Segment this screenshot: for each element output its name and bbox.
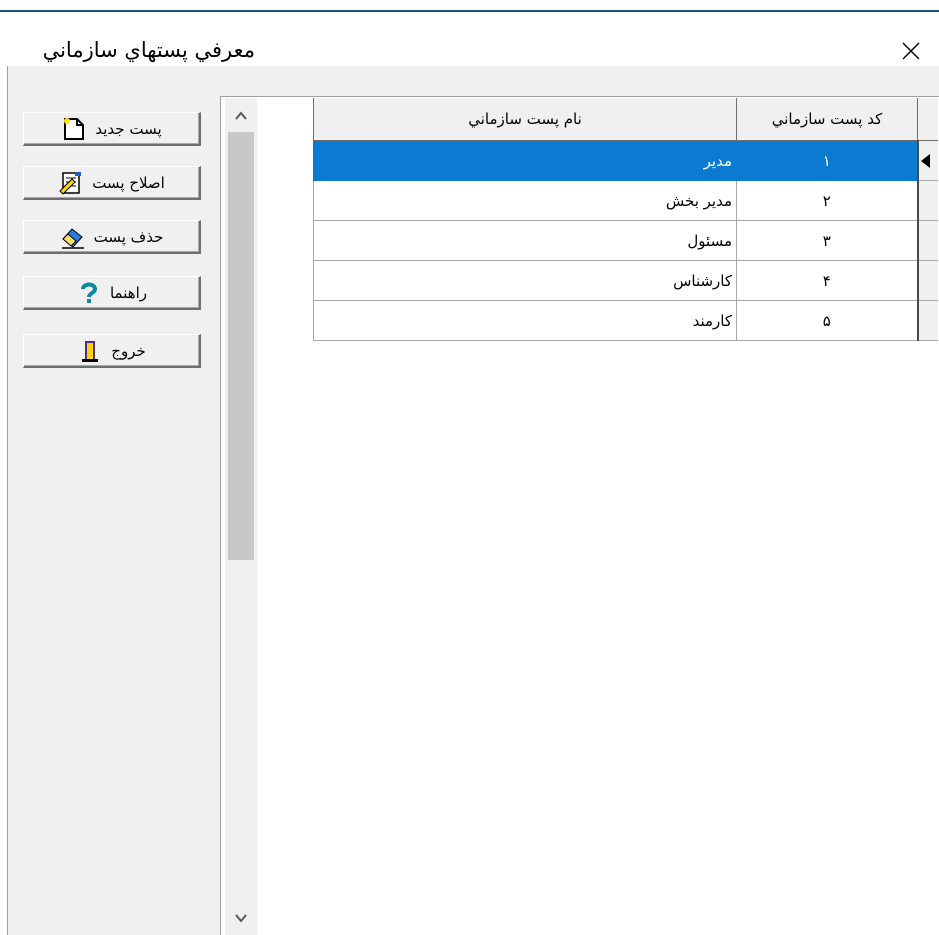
window-left-border [7, 66, 8, 935]
post-name-cell[interactable]: مدير بخش [313, 180, 737, 221]
table-row[interactable]: کارشناس ۴ [313, 260, 938, 301]
edit-post-label: اصلاح پست [92, 173, 165, 192]
delete-eraser-icon [61, 227, 84, 249]
new-document-icon [64, 117, 85, 140]
table-row[interactable]: مدير بخش ۲ [313, 180, 938, 221]
scroll-down-arrow-icon[interactable] [233, 910, 249, 926]
current-row-arrow-icon [920, 153, 930, 168]
post-code-cell[interactable]: ۱ [736, 140, 918, 181]
row-indicator[interactable] [916, 140, 938, 181]
exit-door-icon [82, 340, 99, 362]
post-code-cell[interactable]: ۴ [736, 260, 918, 301]
row-indicator-header [917, 98, 938, 141]
grid-header-row: نام پست سازماني کد پست سازماني [313, 98, 938, 141]
post-code-cell[interactable]: ۳ [736, 220, 918, 261]
table-row[interactable]: مسئول ۳ [313, 220, 938, 261]
post-name-cell[interactable]: کارمند [313, 300, 737, 341]
scroll-up-arrow-icon[interactable] [233, 108, 249, 124]
edit-post-button[interactable]: اصلاح پست [23, 166, 201, 200]
scrollbar-thumb[interactable] [228, 132, 254, 560]
row-indicator[interactable] [916, 180, 938, 221]
post-code-cell[interactable]: ۵ [736, 300, 918, 341]
exit-label: خروج [111, 341, 146, 360]
new-post-label: پست جديد [95, 119, 162, 138]
help-button[interactable]: راهنما [23, 276, 201, 310]
row-indicator[interactable] [916, 220, 938, 261]
close-icon[interactable] [900, 40, 922, 62]
table-row[interactable]: مدير ۱ [313, 140, 938, 181]
table-row[interactable]: کارمند ۵ [313, 300, 938, 341]
posts-grid[interactable]: نام پست سازماني کد پست سازماني مدير ۱ مد… [313, 98, 938, 341]
post-name-cell[interactable]: کارشناس [313, 260, 737, 301]
title-bar[interactable]: معرفي پستهاي سازماني [0, 12, 939, 66]
delete-post-button[interactable]: حذف پست [23, 220, 201, 254]
edit-document-icon [59, 171, 82, 195]
row-indicator[interactable] [916, 300, 938, 341]
post-code-cell[interactable]: ۲ [736, 180, 918, 221]
help-label: راهنما [109, 283, 148, 302]
row-indicator[interactable] [916, 260, 938, 301]
delete-post-label: حذف پست [93, 227, 164, 246]
column-header-post-code[interactable]: کد پست سازماني [736, 98, 918, 141]
window-title: معرفي پستهاي سازماني [42, 38, 255, 62]
question-mark-icon [80, 282, 97, 303]
post-name-cell[interactable]: مدير [313, 140, 737, 181]
column-header-post-name[interactable]: نام پست سازماني [313, 98, 737, 141]
post-name-cell[interactable]: مسئول [313, 220, 737, 261]
exit-button[interactable]: خروج [23, 334, 201, 368]
new-post-button[interactable]: پست جديد [23, 112, 201, 146]
vertical-scrollbar[interactable] [225, 98, 257, 935]
